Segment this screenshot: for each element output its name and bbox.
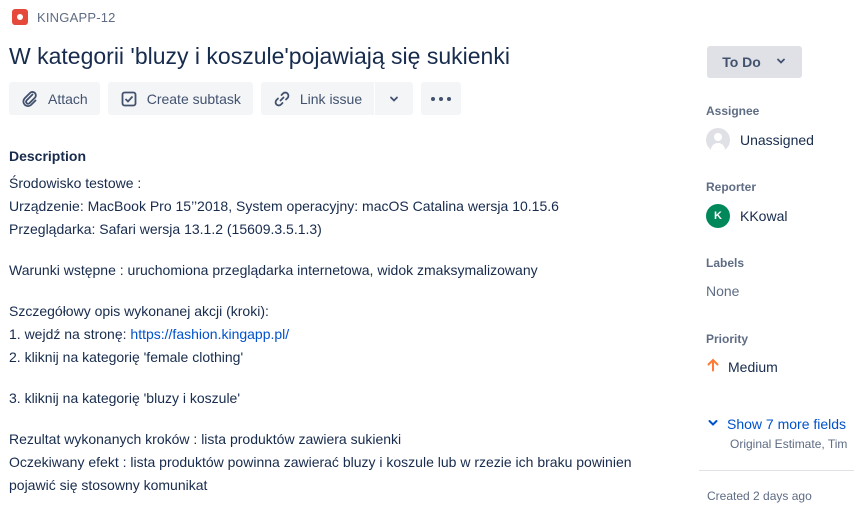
description-step: 3. kliknij na kategorię 'bluzy i koszule… xyxy=(9,390,241,406)
subtask-icon xyxy=(120,90,138,108)
chevron-down-icon xyxy=(385,90,403,108)
assignee-value: Unassigned xyxy=(740,132,814,148)
attach-button[interactable]: Attach xyxy=(9,82,100,115)
chevron-down-icon xyxy=(707,416,719,432)
arrow-up-icon xyxy=(706,358,720,376)
more-icon xyxy=(431,96,436,101)
priority-label: Priority xyxy=(706,332,749,346)
link-icon xyxy=(273,90,291,108)
description-heading: Description xyxy=(9,148,87,164)
create-subtask-label: Create subtask xyxy=(146,90,241,107)
assignee-label: Assignee xyxy=(706,104,760,118)
more-icon-dot xyxy=(439,96,444,101)
description-body[interactable]: Środowisko testowe : Urządzenie: MacBook… xyxy=(9,172,679,497)
reporter-field[interactable]: K KKowal xyxy=(706,204,787,228)
more-actions-button[interactable] xyxy=(421,82,462,115)
reporter-value: KKowal xyxy=(740,208,788,224)
site-link[interactable]: https://fashion.kingapp.pl/ xyxy=(130,326,289,342)
issue-toolbar: Attach Create subtask Link issue xyxy=(9,82,462,115)
link-issue-button[interactable]: Link issue xyxy=(260,82,375,115)
assignee-field[interactable]: Unassigned xyxy=(706,128,814,152)
priority-value: Medium xyxy=(728,359,778,375)
status-label: To Do xyxy=(722,54,761,70)
issue-title[interactable]: W kategorii 'bluzy i koszule'pojawiają s… xyxy=(9,43,510,70)
labels-value: None xyxy=(706,283,740,299)
attach-label: Attach xyxy=(48,90,88,107)
reporter-label: Reporter xyxy=(706,180,757,194)
priority-field[interactable]: Medium xyxy=(706,358,778,376)
description-text: Przeglądarka: Safari wersja 13.1.2 (1560… xyxy=(9,221,322,237)
description-text: Urządzenie: MacBook Pro 15’’2018, System… xyxy=(9,198,559,214)
description-text: Warunki wstępne : uruchomiona przeglądar… xyxy=(9,262,538,278)
link-issue-label: Link issue xyxy=(299,90,363,107)
breadcrumb: KINGAPP-12 xyxy=(12,9,116,25)
description-step: 1. wejdź na stronę: https://fashion.king… xyxy=(9,323,679,346)
description-step: 2. kliknij na kategorię 'female clothing… xyxy=(9,349,244,365)
more-icon-dot xyxy=(447,96,452,101)
labels-label: Labels xyxy=(706,256,745,270)
description-text: Rezultat wykonanych kroków : lista produ… xyxy=(9,431,402,447)
bug-icon xyxy=(12,9,28,25)
avatar: K xyxy=(706,204,730,228)
chevron-down-icon xyxy=(775,54,787,70)
status-dropdown[interactable]: To Do xyxy=(707,46,802,78)
show-more-label: Show 7 more fields xyxy=(727,416,847,432)
link-issue-group: Link issue xyxy=(260,82,414,115)
avatar-icon xyxy=(706,128,730,152)
more-fields-preview: Original Estimate, Tim xyxy=(730,437,848,451)
issue-key-link[interactable]: KINGAPP-12 xyxy=(37,10,116,25)
paperclip-icon xyxy=(21,90,39,108)
labels-field[interactable]: None xyxy=(706,283,739,299)
description-text: Szczegółowy opis wykonanej akcji (kroki)… xyxy=(9,303,269,319)
show-more-fields-button[interactable]: Show 7 more fields xyxy=(707,416,846,432)
description-text: Środowisko testowe : xyxy=(9,175,142,191)
created-timestamp: Created 2 days ago xyxy=(707,489,812,503)
create-subtask-button[interactable]: Create subtask xyxy=(107,82,253,115)
description-text: Oczekiwany efekt : lista produktów powin… xyxy=(9,454,632,493)
step-text: 1. wejdź na stronę: xyxy=(9,326,131,342)
divider xyxy=(699,470,854,471)
link-issue-dropdown-button[interactable] xyxy=(375,82,414,115)
